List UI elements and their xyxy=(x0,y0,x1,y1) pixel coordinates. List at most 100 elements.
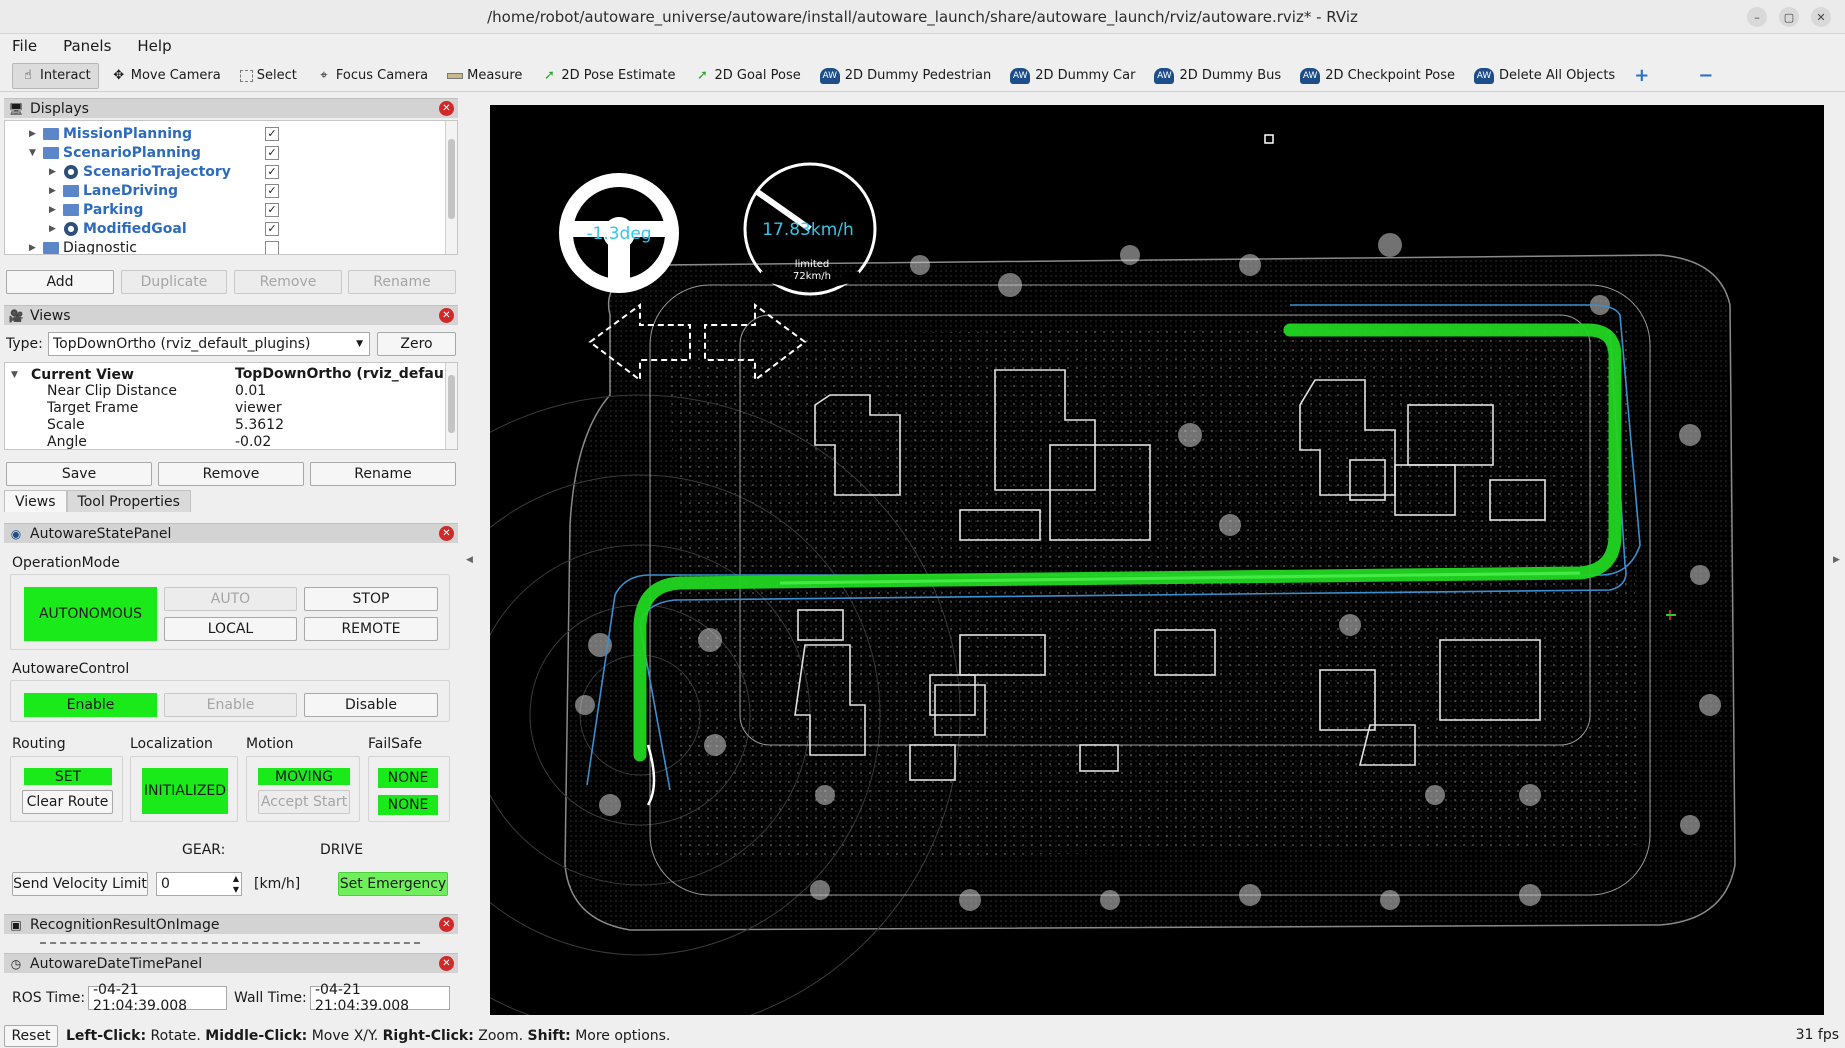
tree-item-diagnostic[interactable]: ▶ Diagnostic xyxy=(29,238,137,255)
set-emergency-button[interactable]: Set Emergency xyxy=(338,872,448,896)
chevron-right-icon[interactable]: ▶ xyxy=(29,243,41,253)
tab-views[interactable]: Views xyxy=(4,490,67,512)
property-name: Target Frame xyxy=(47,400,139,416)
enable-button[interactable]: Enable xyxy=(164,693,297,717)
clear-route-button[interactable]: Clear Route xyxy=(22,790,113,814)
view-properties-tree: ▼ Current View TopDownOrtho (rviz_defaul… xyxy=(4,362,458,450)
remove-view-button[interactable]: Remove xyxy=(158,462,304,486)
chevron-right-icon[interactable]: ▶ xyxy=(29,129,41,139)
checkbox-diagnostic[interactable] xyxy=(265,241,279,254)
zero-button[interactable]: Zero xyxy=(377,332,456,356)
view-type-select[interactable]: TopDownOrtho (rviz_default_plugins) ▼ xyxy=(48,332,370,356)
velocity-limit-input[interactable]: 0 ▲ ▼ xyxy=(156,872,242,896)
wall-time-field[interactable]: -04-21 21:04:39.008 xyxy=(310,982,450,1014)
chevron-down-icon[interactable]: ▼ xyxy=(29,148,41,158)
close-icon[interactable]: ✕ xyxy=(439,917,454,932)
tool-2d-checkpoint-pose[interactable]: AW 2D Checkpoint Pose xyxy=(1293,63,1462,89)
close-icon[interactable]: ✕ xyxy=(439,956,454,971)
save-view-button[interactable]: Save xyxy=(6,462,152,486)
views-panel-header: 🎥 Views ✕ xyxy=(4,305,458,325)
close-icon[interactable]: ✕ xyxy=(439,308,454,323)
tool-measure-label: Measure xyxy=(467,68,523,83)
checkbox-parking[interactable]: ✓ xyxy=(265,203,279,217)
accept-start-button[interactable]: Accept Start xyxy=(258,790,350,814)
chevron-right-icon[interactable]: ▶ xyxy=(49,205,61,215)
map-canvas[interactable]: -1.3deg 17.83km/h limited 72km/h xyxy=(490,105,1824,1015)
remove-display-button[interactable]: Remove xyxy=(234,270,342,294)
rename-display-button[interactable]: Rename xyxy=(348,270,456,294)
close-icon[interactable]: ✕ xyxy=(439,526,454,541)
tree-item-parking[interactable]: ▶ Parking xyxy=(49,200,143,219)
collapse-left-icon[interactable]: ◀ xyxy=(466,555,473,565)
checkbox-modifiedgoal[interactable]: ✓ xyxy=(265,222,279,236)
views-title: Views xyxy=(30,307,71,324)
steering-angle-text: -1.3deg xyxy=(586,224,651,244)
chevron-right-icon[interactable]: ▶ xyxy=(49,167,61,177)
collapse-right-icon[interactable]: ▶ xyxy=(1833,555,1840,565)
tool-delete-all-objects[interactable]: AW Delete All Objects xyxy=(1467,63,1622,89)
auto-button[interactable]: AUTO xyxy=(164,587,297,611)
property-value[interactable]: 5.3612 xyxy=(235,417,284,433)
tool-2d-pose-estimate[interactable]: ➚ 2D Pose Estimate xyxy=(534,63,682,89)
maximize-button[interactable]: ▢ xyxy=(1779,7,1799,27)
tool-move-camera[interactable]: ✥ Move Camera xyxy=(104,63,228,89)
move-camera-icon: ✥ xyxy=(113,67,125,83)
add-tool-button[interactable]: + xyxy=(1627,63,1656,89)
render-viewport[interactable]: -1.3deg 17.83km/h limited 72km/h xyxy=(490,105,1824,1015)
tool-measure[interactable]: Measure xyxy=(440,63,529,89)
tool-select[interactable]: Select xyxy=(233,63,304,89)
tool-interact[interactable]: ☝ Interact xyxy=(12,62,99,89)
close-icon[interactable]: ✕ xyxy=(439,101,454,116)
disable-button[interactable]: Disable xyxy=(304,693,438,717)
tree-item-lanedriving[interactable]: ▶ LaneDriving xyxy=(49,181,178,200)
tool-focus-camera[interactable]: ⌖ Focus Camera xyxy=(309,63,435,89)
ros-time-field[interactable]: -04-21 21:04:39.008 xyxy=(88,982,227,1014)
tool-2d-dummy-bus[interactable]: AW 2D Dummy Bus xyxy=(1147,63,1288,89)
tool-2d-dummy-car[interactable]: AW 2D Dummy Car xyxy=(1003,63,1142,89)
tree-item-missionplanning[interactable]: ▶ MissionPlanning xyxy=(29,124,192,143)
local-button[interactable]: LOCAL xyxy=(164,617,297,641)
scrollbar-thumb[interactable] xyxy=(448,375,455,433)
duplicate-display-button[interactable]: Duplicate xyxy=(121,270,227,294)
tree-item-modifiedgoal[interactable]: ▶ ● ModifiedGoal xyxy=(49,219,187,238)
current-view-label: Current View xyxy=(31,366,134,383)
close-window-button[interactable]: ✕ xyxy=(1811,7,1831,27)
property-value[interactable]: viewer xyxy=(235,400,282,416)
menu-file[interactable]: File xyxy=(6,37,43,55)
checkbox-scenariotrajectory[interactable]: ✓ xyxy=(265,165,279,179)
property-value[interactable]: -0.02 xyxy=(235,434,271,449)
tool-2d-goal-pose[interactable]: ➚ 2D Goal Pose xyxy=(687,63,807,89)
remove-tool-button[interactable]: − xyxy=(1691,63,1720,89)
send-velocity-limit-button[interactable]: Send Velocity Limit xyxy=(12,872,148,896)
tab-tool-properties[interactable]: Tool Properties xyxy=(66,490,191,512)
reset-button[interactable]: Reset xyxy=(4,1025,58,1047)
menu-panels[interactable]: Panels xyxy=(57,37,117,55)
menu-help[interactable]: Help xyxy=(131,37,177,55)
chevron-right-icon[interactable]: ▶ xyxy=(49,186,61,196)
right-click-action: Zoom. xyxy=(478,1028,524,1044)
tree-item-scenarioplanning[interactable]: ▼ ScenarioPlanning xyxy=(29,143,201,162)
current-view-row[interactable]: ▼ Current View xyxy=(11,365,134,384)
rename-view-button[interactable]: Rename xyxy=(310,462,456,486)
remote-button[interactable]: REMOTE xyxy=(304,617,438,641)
checkbox-scenarioplanning[interactable]: ✓ xyxy=(265,146,279,160)
displays-scrollbar[interactable] xyxy=(445,121,457,254)
add-display-button[interactable]: Add xyxy=(6,270,114,294)
enable-indicator: Enable xyxy=(24,693,157,717)
ros-node-icon: ● xyxy=(64,221,78,236)
scrollbar-thumb[interactable] xyxy=(448,139,455,219)
checkbox-missionplanning[interactable]: ✓ xyxy=(265,127,279,141)
minimize-button[interactable]: – xyxy=(1747,7,1767,27)
property-value[interactable]: 0.01 xyxy=(235,383,266,399)
recognition-panel-header: ▣ RecognitionResultOnImage ✕ xyxy=(4,914,458,934)
tree-item-scenariotrajectory[interactable]: ▶ ● ScenarioTrajectory xyxy=(49,162,231,181)
tool-2d-dummy-pedestrian[interactable]: AW 2D Dummy Pedestrian xyxy=(813,63,998,89)
checkbox-lanedriving[interactable]: ✓ xyxy=(265,184,279,198)
localization-state: INITIALIZED xyxy=(142,768,228,814)
stop-button[interactable]: STOP xyxy=(304,587,438,611)
chevron-down-icon[interactable]: ▼ xyxy=(11,370,23,380)
chevron-right-icon[interactable]: ▶ xyxy=(49,224,61,234)
view-properties-scrollbar[interactable] xyxy=(445,363,457,449)
window-title: /home/robot/autoware_universe/autoware/i… xyxy=(487,7,1358,26)
spinbox-arrows-icon[interactable]: ▲ ▼ xyxy=(233,873,239,895)
